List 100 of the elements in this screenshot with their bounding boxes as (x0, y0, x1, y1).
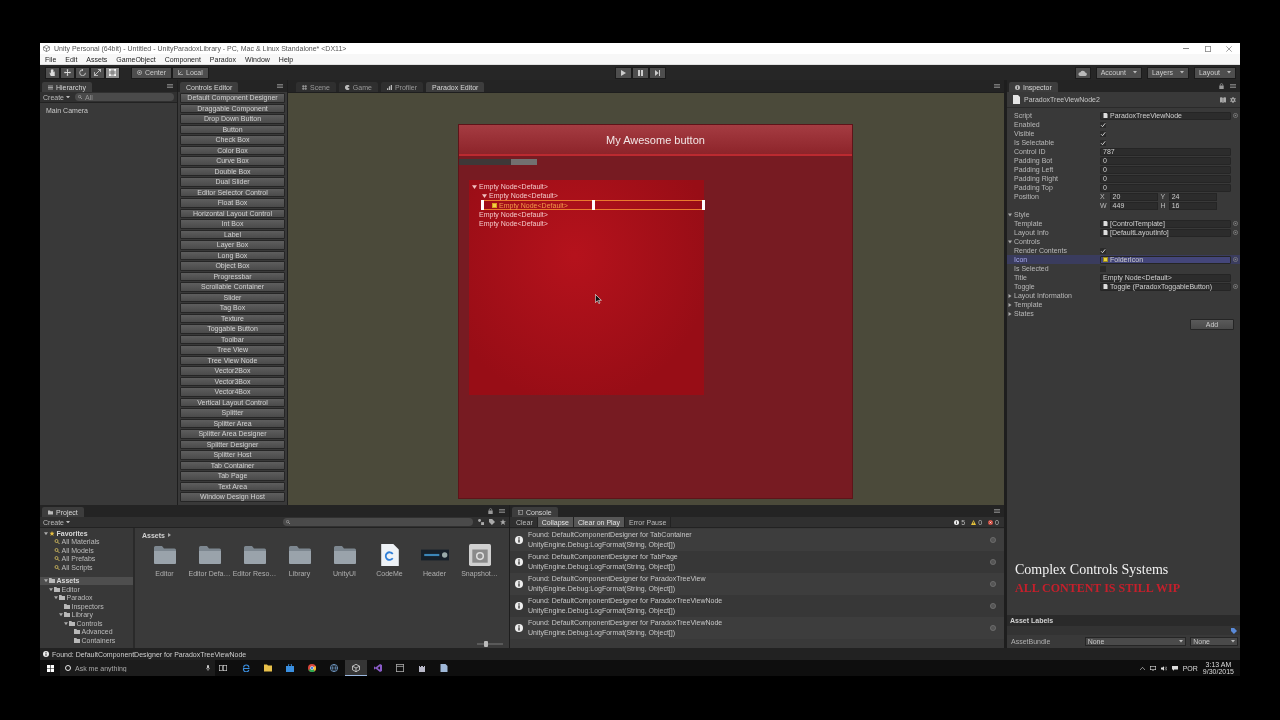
pivot-icon (137, 70, 142, 75)
checkbox[interactable] (1100, 265, 1106, 272)
ring-icon (65, 665, 71, 671)
tool-button[interactable] (90, 66, 105, 79)
foldout-arrow-icon[interactable] (1008, 302, 1012, 307)
message-icon[interactable] (1171, 665, 1178, 671)
caret-icon (1179, 71, 1184, 74)
foldout-arrow-icon[interactable] (1008, 311, 1012, 316)
gear-icon[interactable] (1230, 96, 1236, 103)
info-icon (43, 651, 49, 657)
close-icon[interactable] (1226, 45, 1232, 52)
caret-up-icon[interactable] (1139, 666, 1145, 670)
caret-icon (66, 520, 70, 524)
playback-button[interactable] (615, 66, 632, 79)
cloud-button[interactable] (1074, 66, 1091, 79)
window-icon (396, 663, 404, 672)
tool-button[interactable] (75, 66, 90, 79)
info-icon (515, 558, 523, 566)
resize-handle-icon[interactable] (481, 200, 484, 210)
globe-icon (330, 663, 338, 672)
target-icon[interactable] (1233, 113, 1238, 118)
gear-tile-icon[interactable] (468, 544, 491, 566)
folder-icon[interactable] (243, 544, 266, 566)
cube-logo-icon (43, 45, 50, 52)
monitor-icon[interactable] (1149, 665, 1156, 671)
checkbox[interactable] (1100, 130, 1106, 137)
folder-icon[interactable] (333, 544, 356, 566)
tower-icon (418, 663, 426, 672)
error-icon (988, 519, 994, 525)
slider-thumb[interactable] (484, 641, 489, 647)
playback-button[interactable] (649, 66, 666, 79)
resize-handle-icon[interactable] (591, 200, 595, 210)
script-file-icon[interactable] (378, 544, 401, 566)
expand-arrow-icon[interactable] (63, 621, 68, 625)
move-icon (64, 69, 71, 76)
expand-arrow-icon[interactable] (58, 613, 63, 617)
expand-arrow-icon[interactable] (43, 531, 48, 535)
caret-icon (1179, 640, 1184, 643)
folder-icon[interactable] (288, 544, 311, 566)
maximize-icon[interactable] (1205, 45, 1211, 52)
caret-right-icon (167, 533, 171, 537)
checkbox[interactable] (1100, 139, 1106, 146)
tool-button[interactable] (60, 66, 75, 79)
checkbox[interactable] (1100, 247, 1106, 254)
expand-arrow-icon[interactable] (472, 184, 477, 189)
star-icon[interactable] (500, 519, 506, 525)
caption-title: Complex Controls Systems (1015, 562, 1169, 577)
rotate-icon (79, 69, 86, 76)
play-icon (621, 69, 626, 76)
expand-arrow-icon[interactable] (48, 587, 53, 591)
search-field[interactable] (283, 518, 473, 526)
search-icon (54, 539, 60, 545)
caption-notice: ALL CONTENT IS STILL WIP (1015, 582, 1180, 595)
microphone-icon (206, 665, 210, 671)
circle-icon (990, 603, 996, 609)
caret-icon (1231, 640, 1235, 643)
checkbox[interactable] (1100, 121, 1106, 128)
document-icon (1013, 95, 1020, 104)
foldout-arrow-icon[interactable] (1008, 239, 1012, 244)
grid-icon (302, 84, 307, 90)
foldout-arrow-icon[interactable] (1008, 293, 1012, 298)
playback-button[interactable] (632, 66, 649, 79)
hand-icon (49, 69, 56, 76)
foldout-arrow-icon[interactable] (1008, 212, 1012, 217)
expand-arrow-icon[interactable] (53, 596, 58, 600)
rect-tool-icon (109, 69, 116, 76)
expand-arrow-icon[interactable] (43, 579, 48, 583)
tag-icon[interactable] (1231, 627, 1237, 634)
lock-icon[interactable] (1219, 83, 1224, 89)
step-icon (655, 69, 660, 76)
caret-icon (1227, 71, 1231, 74)
search-icon (54, 547, 60, 553)
folder-icon[interactable] (198, 544, 221, 566)
star-icon (49, 530, 55, 536)
folder-icon[interactable] (153, 544, 176, 566)
thumbnail-icon (1103, 257, 1108, 262)
folder-icon (264, 663, 272, 672)
search-icon (54, 564, 60, 570)
info-icon (515, 624, 523, 632)
circle-icon (990, 559, 996, 565)
cloud-icon (1078, 69, 1088, 76)
taskbar-app-button[interactable] (345, 660, 367, 676)
tag-icon[interactable] (489, 519, 495, 525)
search-icon (54, 556, 60, 562)
info-icon (515, 536, 523, 544)
book-icon[interactable] (1220, 96, 1226, 103)
document-icon (440, 663, 448, 672)
lock-icon[interactable] (488, 508, 493, 514)
tool-button[interactable] (45, 66, 60, 79)
target-icon[interactable] (1233, 284, 1238, 289)
task-view-icon[interactable] (219, 665, 227, 671)
tool-button[interactable] (105, 66, 120, 79)
caret-icon (66, 95, 70, 99)
shapes-icon[interactable] (478, 519, 484, 525)
axes-icon (178, 70, 183, 75)
speaker-icon[interactable] (1160, 665, 1167, 671)
ring-icon (308, 663, 316, 672)
expand-arrow-icon[interactable] (482, 193, 487, 198)
chart-icon (386, 84, 392, 90)
resize-handle-icon[interactable] (702, 200, 705, 210)
